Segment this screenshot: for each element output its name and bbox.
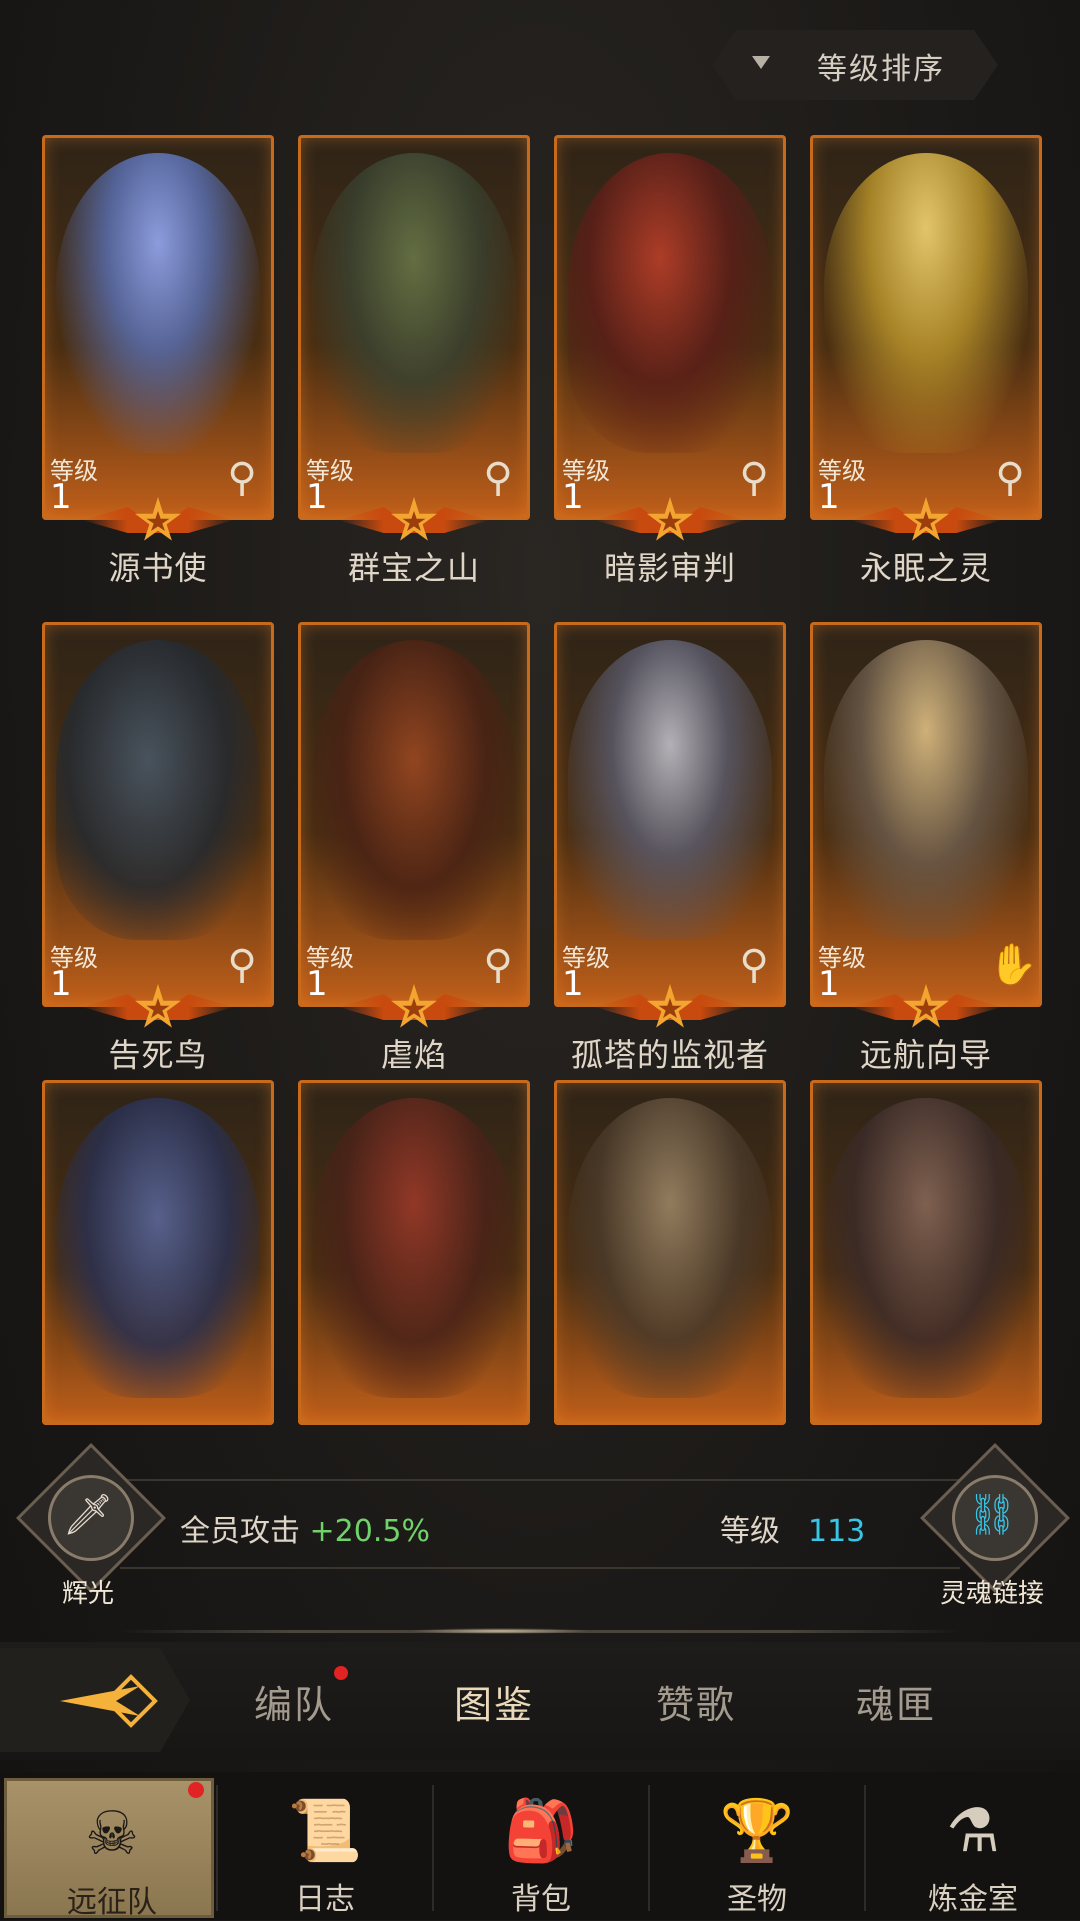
level-value: 1: [306, 964, 328, 1004]
tab-codex[interactable]: 图鉴: [454, 1674, 534, 1729]
tab-hymn[interactable]: 赞歌: [656, 1674, 736, 1729]
radiance-label: 辉光: [61, 1579, 114, 1609]
hero-portrait: [312, 1098, 516, 1398]
total-level-value: 113: [808, 1514, 866, 1549]
team-attack-stat: 全员攻击 +20.5%: [180, 1506, 430, 1550]
wand-icon: ⚲: [483, 455, 513, 501]
nav-relics[interactable]: 🏆 圣物: [652, 1778, 862, 1918]
dropdown-triangle-icon: [752, 56, 770, 69]
sort-dropdown[interactable]: 等级排序: [712, 30, 998, 100]
wand-icon: ⚲: [483, 942, 513, 988]
hero-portrait: [568, 153, 772, 453]
diamond-icon: [104, 1674, 158, 1728]
hero-portrait: [312, 153, 516, 453]
attack-label: 全员攻击: [180, 1514, 300, 1549]
horned-helmet-icon: ☠: [85, 1799, 139, 1869]
scroll-icon: 📜: [287, 1796, 363, 1866]
hero-name: 孤塔的监视者: [570, 1036, 769, 1074]
hero-name: 虐焰: [380, 1036, 447, 1074]
hero-portrait: [824, 1098, 1028, 1398]
nav-backpack[interactable]: 🎒 背包: [436, 1778, 646, 1918]
level-value: 1: [50, 477, 72, 517]
hero-portrait: [824, 153, 1028, 453]
level-value: 1: [562, 964, 584, 1004]
soul-link-emblem[interactable]: ⛓ 灵魂链接: [920, 1443, 1070, 1609]
wand-icon: ⚲: [227, 942, 257, 988]
radiance-emblem[interactable]: 🗡 辉光: [16, 1443, 166, 1609]
wand-icon: ⚲: [227, 455, 257, 501]
soul-link-label: 灵魂链接: [939, 1579, 1044, 1609]
alchemy-icon: ⚗: [946, 1796, 1000, 1866]
hero-portrait: [56, 153, 260, 453]
hero-name: 暗影审判: [603, 549, 736, 587]
level-value: 1: [50, 964, 72, 1004]
back-button[interactable]: [0, 1648, 190, 1752]
sort-label: 等级排序: [817, 52, 945, 87]
level-value: 1: [818, 964, 840, 1004]
notification-dot: [188, 1782, 204, 1798]
hero-name: 远航向导: [859, 1036, 992, 1074]
sword-icon: 🗡: [62, 1492, 114, 1538]
attack-value: +20.5%: [309, 1514, 430, 1549]
level-value: 1: [562, 477, 584, 517]
total-level-label: 等级: [720, 1514, 780, 1549]
grail-icon: 🏆: [719, 1796, 795, 1866]
hero-portrait: [824, 640, 1028, 940]
level-value: 1: [306, 477, 328, 517]
link-icon: ⛓: [966, 1492, 1018, 1538]
tab-soul-box[interactable]: 魂匣: [856, 1674, 936, 1729]
hero-name: 永眠之灵: [859, 549, 992, 587]
nav-alchemy[interactable]: ⚗ 炼金室: [868, 1778, 1078, 1918]
hero-portrait: [568, 1098, 772, 1398]
hero-name: 群宝之山: [347, 549, 480, 587]
hero-name: 告死鸟: [108, 1036, 208, 1074]
bag-icon: 🎒: [503, 1796, 579, 1866]
notification-dot: [334, 1666, 348, 1680]
level-value: 1: [818, 477, 840, 517]
tab-formation[interactable]: 编队: [254, 1674, 334, 1729]
hero-portrait: [56, 640, 260, 940]
hand-icon: ✋: [988, 942, 1038, 988]
nav-journal[interactable]: 📜 日志: [220, 1778, 430, 1918]
hero-portrait: [56, 1098, 260, 1398]
wand-icon: ⚲: [739, 942, 769, 988]
wand-icon: ⚲: [995, 455, 1025, 501]
wand-icon: ⚲: [739, 455, 769, 501]
hero-name: 源书使: [108, 549, 208, 587]
total-level-stat: 等级 113: [720, 1506, 865, 1550]
hero-portrait: [568, 640, 772, 940]
nav-expedition[interactable]: ☠ 远征队: [4, 1778, 214, 1920]
hero-portrait: [312, 640, 516, 940]
